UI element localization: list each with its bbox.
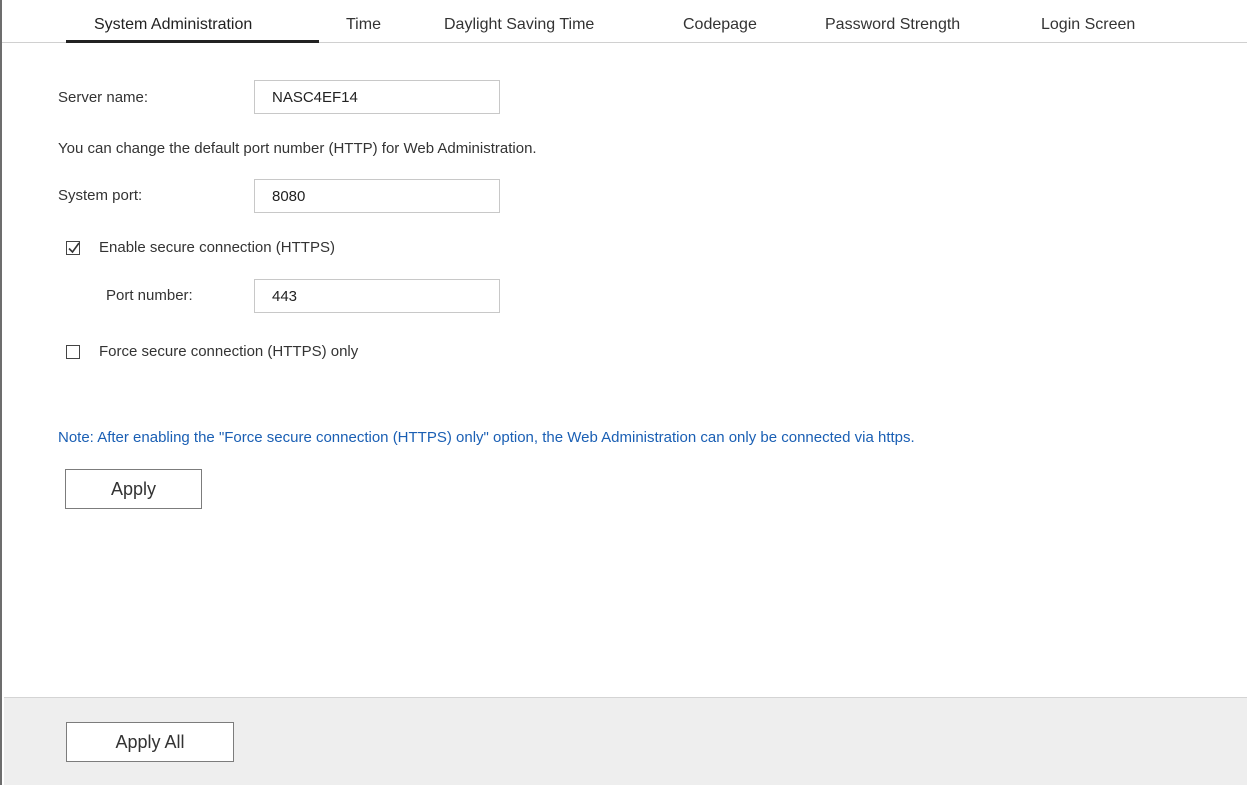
enable-https-checkbox[interactable] xyxy=(66,241,80,255)
tab-bar: System Administration Time Daylight Savi… xyxy=(2,0,1247,43)
active-tab-indicator xyxy=(66,40,319,43)
tab-login-screen[interactable]: Login Screen xyxy=(1041,15,1135,35)
port-number-label: Port number: xyxy=(106,287,193,304)
tab-system-administration[interactable]: System Administration xyxy=(94,15,252,35)
settings-panel: System Administration Time Daylight Savi… xyxy=(0,0,1247,785)
server-name-input[interactable] xyxy=(254,80,500,114)
apply-button[interactable]: Apply xyxy=(65,469,202,509)
system-port-input[interactable] xyxy=(254,179,500,213)
https-note: Note: After enabling the "Force secure c… xyxy=(58,429,915,446)
force-https-label[interactable]: Force secure connection (HTTPS) only xyxy=(99,342,358,362)
port-number-input[interactable] xyxy=(254,279,500,313)
system-port-label: System port: xyxy=(58,187,143,204)
checkmark-icon xyxy=(68,242,80,254)
tab-password-strength[interactable]: Password Strength xyxy=(825,15,960,35)
server-name-label: Server name: xyxy=(58,89,149,106)
footer-bar: Apply All xyxy=(4,697,1247,785)
tab-time[interactable]: Time xyxy=(346,15,381,35)
tab-codepage[interactable]: Codepage xyxy=(683,15,757,35)
force-https-checkbox[interactable] xyxy=(66,345,80,359)
enable-https-label[interactable]: Enable secure connection (HTTPS) xyxy=(99,238,335,258)
tab-daylight-saving-time[interactable]: Daylight Saving Time xyxy=(444,15,594,35)
port-hint-text: You can change the default port number (… xyxy=(58,140,537,157)
apply-all-button[interactable]: Apply All xyxy=(66,722,234,762)
